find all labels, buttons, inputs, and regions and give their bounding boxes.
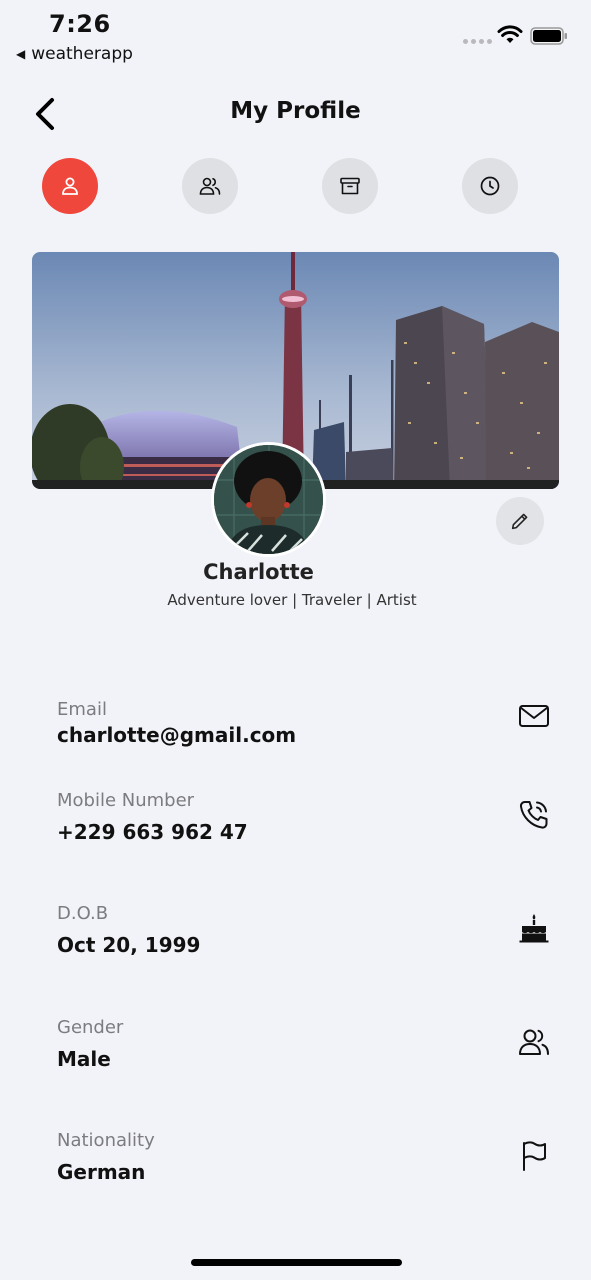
users-icon	[519, 1029, 549, 1055]
gender-label: Gender	[57, 1017, 124, 1038]
back-triangle-icon: ◀	[16, 47, 26, 61]
home-indicator[interactable]	[191, 1259, 402, 1266]
flag-icon	[523, 1141, 546, 1171]
back-app-label: weatherapp	[31, 44, 133, 64]
dob-label: D.O.B	[57, 903, 109, 924]
pencil-icon	[511, 513, 528, 530]
back-to-app-link[interactable]: ◀ weatherapp	[16, 44, 133, 64]
tab-profile[interactable]	[42, 158, 98, 214]
edit-profile-button[interactable]	[496, 497, 544, 545]
users-icon	[199, 177, 221, 195]
nationality-value: German	[57, 1160, 146, 1184]
email-row-action[interactable]	[516, 698, 552, 734]
tab-friends[interactable]	[182, 158, 238, 214]
clock-icon	[480, 176, 500, 196]
phone-icon	[519, 801, 548, 829]
mobile-label: Mobile Number	[57, 790, 195, 811]
signal-icon	[463, 39, 492, 44]
tab-history[interactable]	[462, 158, 518, 214]
mobile-row-action[interactable]	[516, 797, 552, 833]
mail-icon	[519, 705, 549, 727]
mobile-value: +229 663 962 47	[57, 820, 248, 844]
profile-name: Charlotte	[203, 560, 314, 584]
archive-icon	[340, 177, 360, 195]
gender-value: Male	[57, 1047, 111, 1071]
email-value: charlotte@gmail.com	[57, 723, 297, 747]
status-time: 7:26	[49, 10, 111, 38]
cake-icon	[519, 914, 549, 943]
wifi-icon	[497, 25, 523, 43]
dob-row-action[interactable]	[516, 910, 552, 946]
page-title: My Profile	[230, 98, 361, 124]
dob-value: Oct 20, 1999	[57, 933, 201, 957]
user-icon	[62, 177, 78, 195]
battery-icon	[530, 27, 567, 45]
email-label: Email	[57, 699, 107, 720]
nationality-label: Nationality	[57, 1130, 155, 1151]
tab-archive[interactable]	[322, 158, 378, 214]
avatar[interactable]	[211, 442, 326, 557]
profile-bio: Adventure lover | Traveler | Artist	[167, 591, 417, 609]
gender-row-action[interactable]	[516, 1024, 552, 1060]
nationality-row-action[interactable]	[516, 1138, 552, 1174]
